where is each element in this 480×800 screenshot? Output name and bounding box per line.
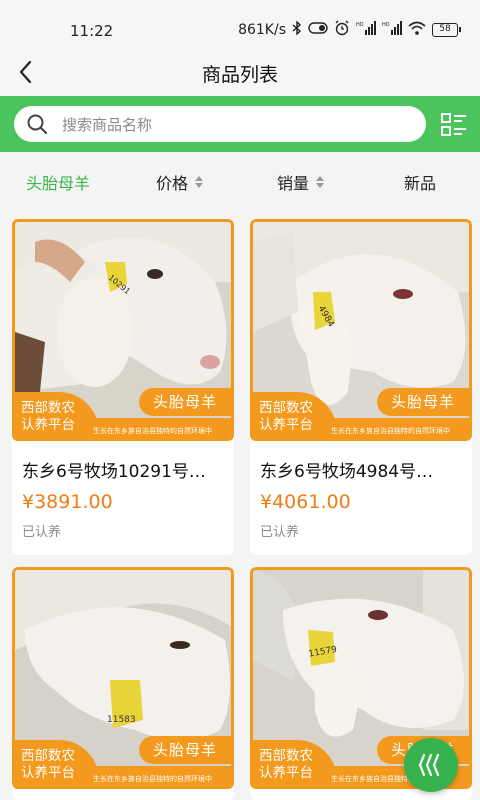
product-card[interactable]: 4984 头胎母羊 西部数农 认养平台 生长在东乡族自治县独特的自然环境中 东乡… — [250, 219, 472, 555]
tab-price[interactable]: 价格 — [156, 170, 204, 194]
search-input[interactable]: 搜索商品名称 — [14, 106, 426, 142]
tab-first-birth-ewe[interactable]: 头胎母羊 — [26, 170, 90, 194]
wifi-icon — [408, 21, 426, 39]
search-icon — [26, 113, 48, 135]
slogan-strip: 生长在东乡族自治县独特的自然环境中 — [323, 418, 469, 438]
platform-line1: 西部数农 — [21, 400, 75, 416]
platform-line1: 西部数农 — [259, 748, 313, 764]
alarm-icon — [334, 20, 350, 40]
platform-line1: 西部数农 — [21, 748, 75, 764]
svg-text:HD: HD — [356, 22, 364, 28]
product-card[interactable]: 11583 头胎母羊 西部数农 认养平台 生长在东乡族自治县独特的自然环境中 — [12, 567, 234, 800]
tab-label: 销量 — [277, 174, 310, 193]
sort-arrows-icon — [195, 176, 204, 188]
tab-label: 新品 — [404, 174, 437, 193]
net-speed: 861K/s — [238, 22, 286, 38]
tab-label: 头胎母羊 — [26, 174, 91, 193]
toggle-icon — [308, 22, 328, 38]
breed-tag: 头胎母羊 — [377, 388, 469, 416]
platform-line1: 西部数农 — [259, 400, 313, 416]
status-icons: 861K/s HD HD 58 — [238, 20, 461, 40]
signal-hd-icon-2: HD — [382, 21, 402, 39]
search-bar: 搜索商品名称 — [0, 96, 480, 152]
tab-label: 价格 — [156, 174, 189, 193]
floating-menu-button[interactable] — [404, 738, 458, 792]
product-image: 4984 头胎母羊 西部数农 认养平台 生长在东乡族自治县独特的自然环境中 — [250, 219, 472, 441]
product-price: ¥4061.00 — [260, 491, 351, 513]
product-image: 11583 头胎母羊 西部数农 认养平台 生长在东乡族自治县独特的自然环境中 — [12, 567, 234, 789]
adoption-status: 已认养 — [22, 525, 62, 540]
sort-arrows-icon — [316, 176, 325, 188]
breed-tag: 头胎母羊 — [139, 736, 231, 764]
product-name: 东乡6号牧场4984号… — [260, 462, 434, 482]
status-time: 11:22 — [70, 22, 114, 40]
signal-hd-icon: HD — [356, 21, 376, 39]
product-name: 东乡6号牧场10291号… — [22, 462, 206, 482]
breed-tag: 头胎母羊 — [139, 388, 231, 416]
bluetooth-icon — [292, 20, 302, 39]
title-bar: 商品列表 — [0, 48, 480, 96]
list-layout-icon[interactable] — [440, 112, 468, 138]
svg-text:HD: HD — [382, 22, 390, 28]
product-image: 10291 头胎母羊 西部数农 认养平台 生长在东乡族自治县独特的自然环境中 — [12, 219, 234, 441]
chevrons-icon — [418, 753, 440, 777]
adoption-status: 已认养 — [260, 525, 300, 540]
product-price: ¥3891.00 — [22, 491, 113, 513]
slogan-strip: 生长在东乡族自治县独特的自然环境中 — [85, 418, 231, 438]
ear-tag-number: 11583 — [107, 715, 136, 725]
tab-new[interactable]: 新品 — [404, 170, 436, 194]
product-card[interactable]: 10291 头胎母羊 西部数农 认养平台 生长在东乡族自治县独特的自然环境中 东… — [12, 219, 234, 555]
slogan-strip: 生长在东乡族自治县独特的自然环境中 — [85, 766, 231, 786]
page-title: 商品列表 — [201, 64, 278, 86]
search-placeholder: 搜索商品名称 — [62, 116, 153, 134]
tab-sales[interactable]: 销量 — [277, 170, 325, 194]
battery-icon: 58 — [432, 23, 461, 37]
sort-bar: 头胎母羊 价格 销量 新品 — [0, 152, 480, 210]
